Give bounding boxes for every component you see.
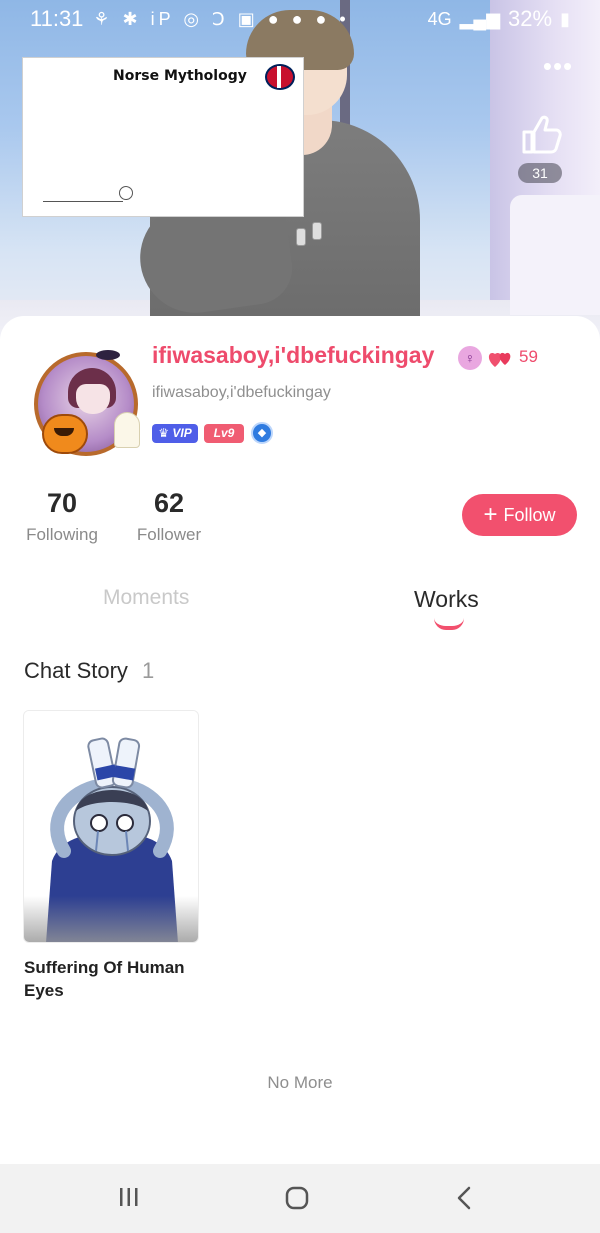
flag-logo-icon <box>265 64 295 90</box>
story-title[interactable]: Suffering Of Human Eyes <box>24 956 214 1002</box>
doodle-figure <box>43 186 123 202</box>
follow-label: Follow <box>503 504 556 525</box>
following-label: Following <box>26 525 98 544</box>
thumbs-up-icon[interactable] <box>516 110 564 158</box>
avatar-face <box>76 384 110 414</box>
gender-female-icon: ♀ <box>458 346 482 370</box>
gem-icon[interactable]: ◆ <box>251 422 273 444</box>
bat-icon <box>96 350 120 360</box>
battery-icon: ▮ <box>560 8 570 29</box>
tab-works[interactable]: Works <box>414 586 479 613</box>
hearts-count: 59 <box>519 347 538 366</box>
status-right: 4G ▂▄▆ 32% ▮ <box>428 6 570 32</box>
fandom-title: Norse Mythology <box>113 68 247 84</box>
display-name: ifiwasaboy,i'dbefuckingay <box>152 342 435 368</box>
follow-button[interactable]: + Follow <box>462 494 577 536</box>
more-icon: ••• <box>542 51 574 81</box>
notification-icons: ⚘ ✱ iP ◎ Ↄ ▣ ● ● ● • <box>93 8 350 29</box>
following-stat[interactable]: 70 Following <box>22 488 102 545</box>
follower-count: 62 <box>153 488 185 518</box>
section-title: Chat Story <box>24 658 128 683</box>
avatar[interactable] <box>30 346 142 458</box>
status-time: 11:31 <box>30 6 84 31</box>
following-count: 70 <box>46 488 78 518</box>
vip-badge[interactable]: ♛ VIP <box>152 424 198 443</box>
vip-label: VIP <box>172 426 192 440</box>
section-count: 1 <box>142 658 155 683</box>
recents-icon[interactable] <box>118 1186 140 1208</box>
status-bar: 11:31 ⚘ ✱ iP ◎ Ↄ ▣ ● ● ● • 4G ▂▄▆ 32% ▮ <box>0 0 600 38</box>
battery-percent: 32% <box>508 6 553 31</box>
story-cover-shade <box>24 896 198 942</box>
end-of-list-text: No More <box>267 1073 333 1092</box>
ghost-icon <box>114 412 140 448</box>
more-options-button[interactable]: ••• <box>538 53 578 79</box>
dog-tag <box>296 228 306 246</box>
signal-icon: ▂▄▆ <box>459 8 501 29</box>
network-label: 4G <box>427 8 452 29</box>
hearts-icon <box>488 352 511 367</box>
back-icon[interactable] <box>456 1185 472 1211</box>
crown-icon: ♛ <box>158 426 170 440</box>
fandom-card[interactable]: Norse Mythology <box>22 57 304 217</box>
follower-stat[interactable]: 62 Follower <box>132 488 206 545</box>
user-handle: ifiwasaboy,i'dbefuckingay <box>152 384 331 401</box>
doodle-head <box>119 186 133 200</box>
story-cover[interactable] <box>23 710 199 943</box>
plus-icon: + <box>483 501 498 528</box>
home-icon[interactable] <box>285 1186 309 1210</box>
dog-tag <box>312 222 322 240</box>
like-count: 31 <box>518 163 562 183</box>
tab-moments[interactable]: Moments <box>103 586 189 610</box>
follower-label: Follower <box>136 525 202 544</box>
banner-chair <box>510 195 600 315</box>
level-badge[interactable]: Lv9 <box>204 424 244 443</box>
